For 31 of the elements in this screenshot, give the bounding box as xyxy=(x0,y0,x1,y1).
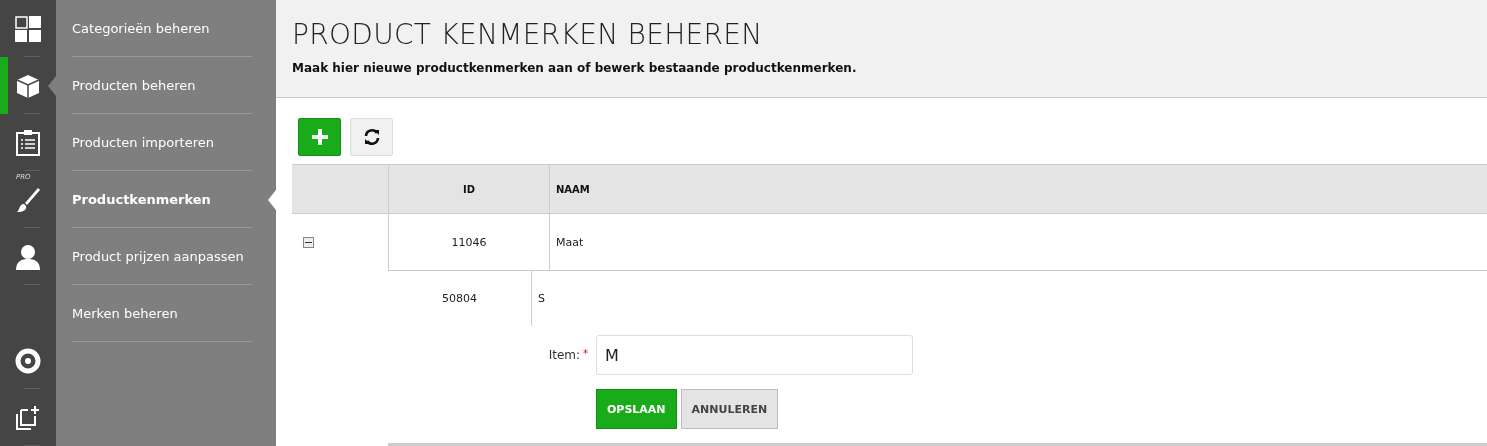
plus-icon xyxy=(310,128,329,146)
submenu-item[interactable]: Categorieën beheren xyxy=(72,0,252,57)
table-cell: S xyxy=(538,292,545,305)
lifebuoy-icon xyxy=(15,347,41,374)
submenu-item[interactable]: Product prijzen aanpassen xyxy=(72,228,252,285)
add-page-icon xyxy=(16,405,40,430)
table-cell: 11046 xyxy=(451,235,487,249)
save-button[interactable]: OPSLAAN xyxy=(596,389,677,429)
refresh-icon xyxy=(362,128,381,146)
submenu-item[interactable]: Productkenmerken xyxy=(72,171,252,228)
item-label: Item: xyxy=(548,348,580,362)
collapse-icon[interactable] xyxy=(303,237,314,248)
person-icon xyxy=(15,243,41,270)
box-icon xyxy=(15,72,41,99)
submenu-item[interactable]: Producten importeren xyxy=(72,114,252,171)
column-header[interactable]: ID xyxy=(463,183,475,195)
clipboard-icon xyxy=(16,129,40,156)
item-input[interactable]: M xyxy=(596,335,913,375)
table-cell: 50804 xyxy=(442,292,477,305)
brush-icon xyxy=(16,186,40,213)
required-mark: * xyxy=(583,348,588,359)
column-header[interactable]: NAAM xyxy=(556,183,590,195)
page-title: PRODUCT KENMERKEN BEHEREN xyxy=(292,18,764,51)
dashboard-icon xyxy=(15,15,41,42)
add-button[interactable] xyxy=(298,118,341,156)
cancel-button[interactable]: ANNULEREN xyxy=(680,389,779,429)
table-cell: Maat xyxy=(556,235,584,249)
submenu-item[interactable]: Producten beheren xyxy=(72,57,252,114)
refresh-button[interactable] xyxy=(350,118,393,156)
submenu-item[interactable]: Merken beheren xyxy=(72,285,252,342)
page-subtitle: Maak hier nieuwe productkenmerken aan of bewerk bestaande productkenmerken. xyxy=(292,61,858,75)
